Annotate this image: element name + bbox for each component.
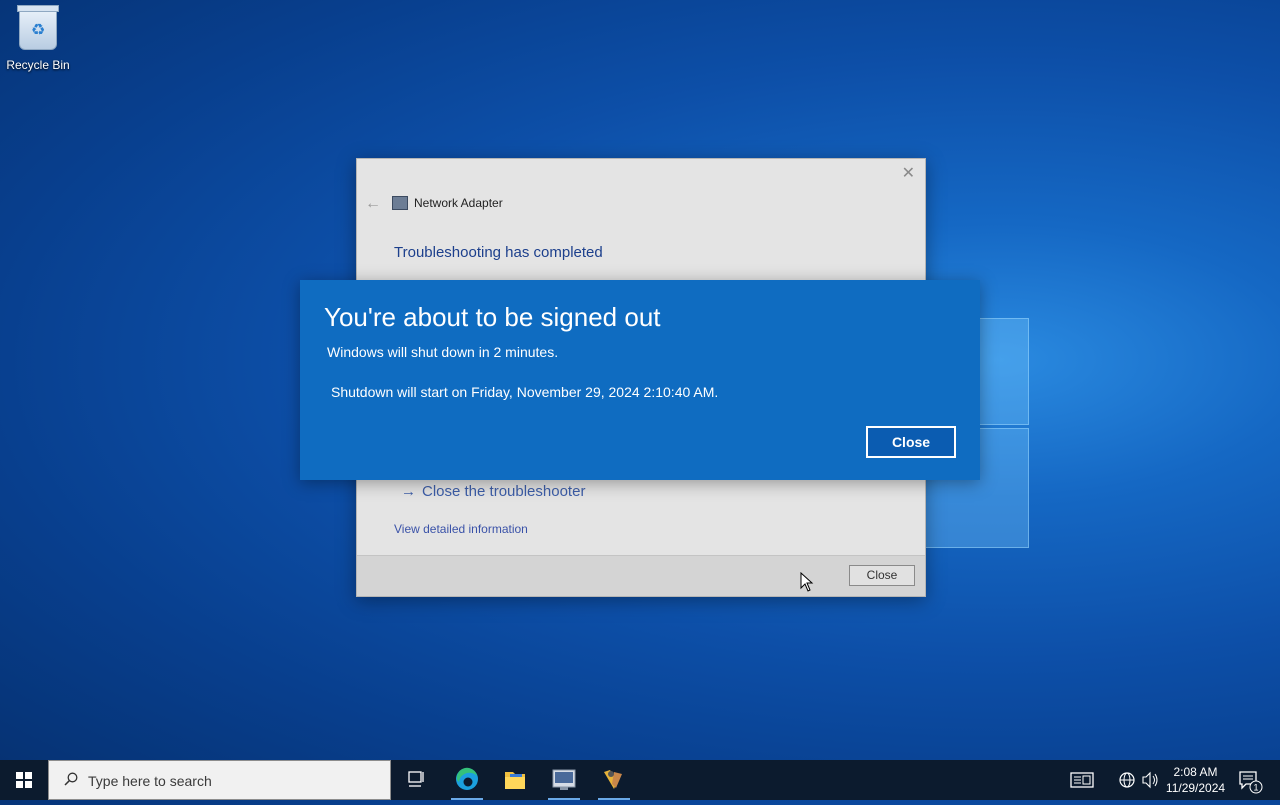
action-center-button[interactable]: 1 bbox=[1236, 760, 1264, 800]
close-icon[interactable]: ✕ bbox=[902, 163, 915, 183]
search-icon bbox=[64, 772, 78, 786]
notification-count: 1 bbox=[1253, 783, 1258, 793]
desktop: ♻ Recycle Bin ✕ ← Network Adapter Troubl… bbox=[0, 0, 1280, 760]
volume-tray-button[interactable] bbox=[1140, 760, 1160, 800]
edge-icon bbox=[456, 767, 478, 790]
file-explorer-taskbar-button[interactable] bbox=[491, 760, 539, 800]
shutdown-notice: You're about to be signed out Windows wi… bbox=[300, 280, 980, 480]
file-explorer-icon bbox=[505, 772, 525, 789]
recycle-bin[interactable]: ♻ Recycle Bin bbox=[6, 5, 70, 72]
news-widget-button[interactable] bbox=[1068, 760, 1096, 800]
shutdown-title: You're about to be signed out bbox=[324, 302, 661, 332]
close-troubleshooter-link[interactable]: → Close the troubleshooter bbox=[401, 483, 585, 500]
troubleshooter-taskbar-button[interactable] bbox=[540, 760, 588, 800]
taskbar-search-box[interactable]: Type here to search bbox=[48, 760, 391, 800]
mouse-cursor-icon bbox=[800, 572, 814, 592]
window-title: Network Adapter bbox=[414, 196, 503, 210]
network-globe-icon bbox=[1119, 772, 1135, 788]
recycle-bin-icon: ♻ bbox=[17, 5, 59, 50]
view-detailed-information-link[interactable]: View detailed information bbox=[394, 522, 528, 536]
close-troubleshooter-label: Close the troubleshooter bbox=[422, 483, 586, 500]
taskbar-clock[interactable]: 2:08 AM 11/29/2024 bbox=[1158, 764, 1233, 796]
tools-icon bbox=[604, 770, 622, 789]
troubleshooter-heading: Troubleshooting has completed bbox=[394, 244, 603, 261]
tools-taskbar-button[interactable] bbox=[590, 760, 638, 800]
clock-date: 11/29/2024 bbox=[1165, 781, 1226, 795]
task-view-icon bbox=[408, 771, 424, 787]
search-placeholder: Type here to search bbox=[88, 773, 212, 789]
notification-icon: 1 bbox=[1239, 771, 1263, 794]
network-tray-button[interactable] bbox=[1116, 760, 1138, 800]
arrow-right-icon: → bbox=[401, 483, 416, 500]
recycle-bin-label: Recycle Bin bbox=[6, 58, 70, 72]
shutdown-start-time: Shutdown will start on Friday, November … bbox=[331, 384, 719, 400]
troubleshooter-icon bbox=[552, 769, 576, 790]
taskbar: Type here to search 2:08 AM 11/29/2024 1 bbox=[0, 760, 1280, 800]
troubleshooter-close-button[interactable]: Close bbox=[849, 565, 915, 586]
shutdown-close-button[interactable]: Close bbox=[866, 426, 956, 458]
shutdown-message: Windows will shut down in 2 minutes. bbox=[327, 344, 559, 360]
back-arrow-icon[interactable]: ← bbox=[365, 195, 381, 213]
troubleshooter-app-icon bbox=[392, 196, 408, 210]
clock-time: 2:08 AM bbox=[1173, 765, 1218, 779]
news-icon bbox=[1070, 772, 1094, 788]
task-view-button[interactable] bbox=[392, 760, 440, 800]
dialog-footer: Close bbox=[357, 555, 925, 596]
start-button[interactable] bbox=[0, 760, 48, 800]
edge-taskbar-button[interactable] bbox=[443, 760, 491, 800]
volume-icon bbox=[1142, 771, 1158, 789]
